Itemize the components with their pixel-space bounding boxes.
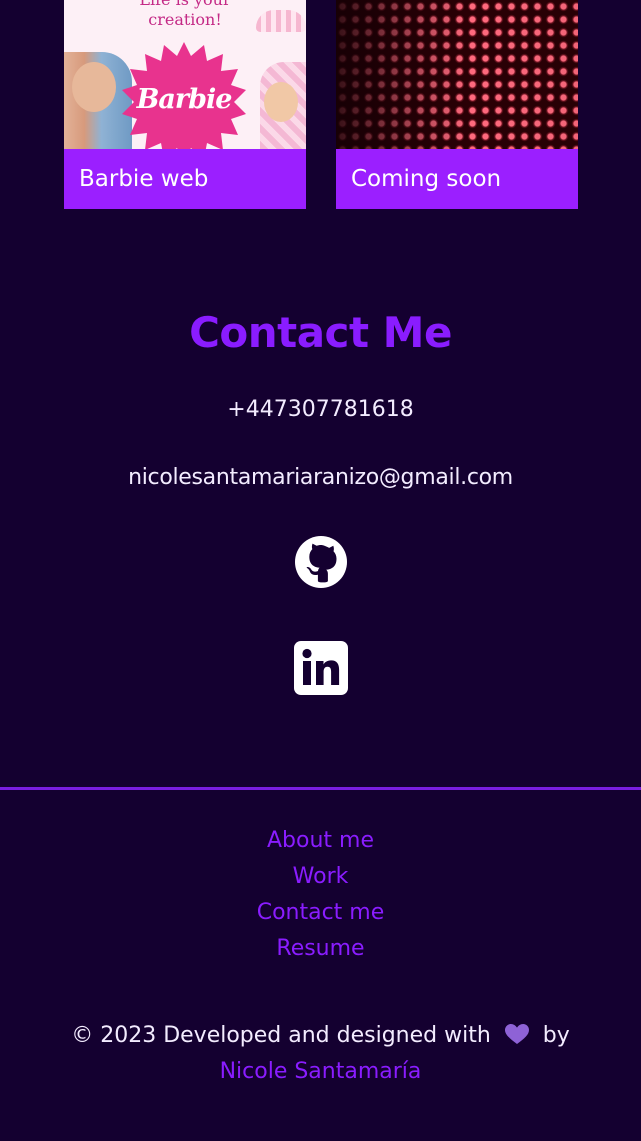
project-caption[interactable]: Coming soon xyxy=(336,149,578,209)
barbie-tagline-line1: Life is your xyxy=(64,0,306,10)
barbie-thumbnail: Life is your creation! Barbie xyxy=(64,0,306,149)
project-caption[interactable]: Barbie web xyxy=(64,149,306,209)
project-card-barbie[interactable]: Life is your creation! Barbie Barbie web xyxy=(64,0,306,209)
footer-nav: About me Work Contact me Resume xyxy=(0,823,641,967)
phone-number[interactable]: +447307781618 xyxy=(0,397,641,422)
copyright-text: © 2023 Developed and designed with xyxy=(71,1023,491,1048)
barbie-hat xyxy=(256,10,306,32)
project-card-coming-soon[interactable]: Coming soon xyxy=(336,0,578,209)
footer-link-contact-me[interactable]: Contact me xyxy=(257,895,385,931)
copyright: © 2023 Developed and designed with by Ni… xyxy=(40,1018,601,1090)
author-link[interactable]: Nicole Santamaría xyxy=(220,1059,422,1084)
barbie-head xyxy=(264,82,298,122)
barbie-logo: Barbie xyxy=(136,84,233,115)
ken-head xyxy=(72,62,116,112)
footer-link-work[interactable]: Work xyxy=(293,859,349,895)
copyright-by: by xyxy=(542,1023,570,1048)
projects-grid: Life is your creation! Barbie Barbie web… xyxy=(64,0,578,209)
contact-title: Contact Me xyxy=(189,308,452,357)
purple-heart-icon xyxy=(504,1024,529,1044)
barbie-figure xyxy=(260,62,306,149)
led-lights-thumbnail xyxy=(336,0,578,149)
email-address[interactable]: nicolesantamariaranizo@gmail.com xyxy=(0,465,641,490)
footer-link-about-me[interactable]: About me xyxy=(267,823,374,859)
footer-link-resume[interactable]: Resume xyxy=(276,931,364,967)
linkedin-icon[interactable] xyxy=(294,641,348,695)
footer-divider xyxy=(0,787,641,790)
github-icon[interactable] xyxy=(294,535,348,589)
